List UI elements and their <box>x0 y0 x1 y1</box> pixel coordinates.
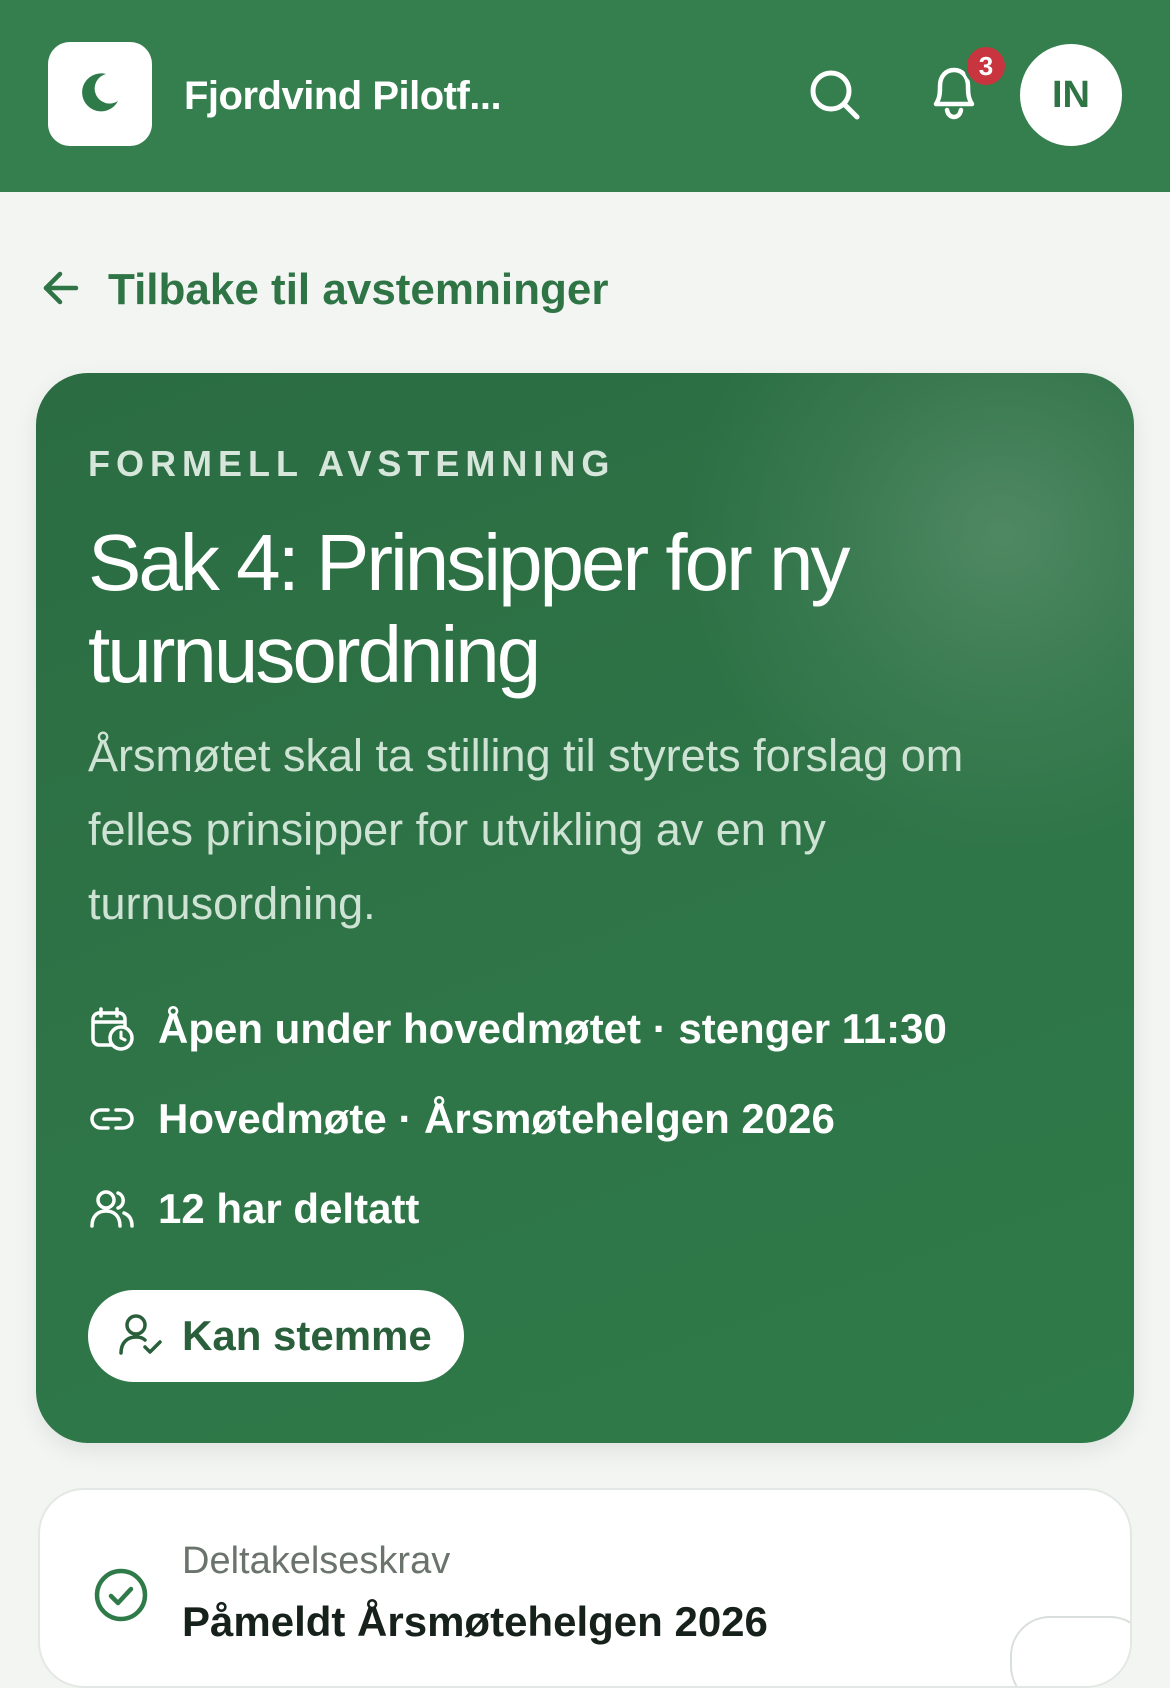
users-icon <box>88 1185 136 1233</box>
vote-meeting-text: Hovedmøte · Årsmøtehelgen 2026 <box>158 1095 835 1142</box>
requirement-label: Deltakelseskrav <box>182 1540 451 1582</box>
vote-schedule: Åpen under hovedmøtet · stenger 11:30 <box>88 1001 947 1057</box>
requirement-value: Påmeldt Årsmøtehelgen 2026 <box>182 1598 768 1645</box>
notification-count-badge: 3 <box>964 44 1008 88</box>
link-icon <box>88 1095 136 1143</box>
user-avatar[interactable]: IN <box>1020 44 1122 146</box>
requirement-action-chip[interactable] <box>1010 1616 1130 1686</box>
search-button[interactable] <box>800 62 870 132</box>
back-to-votes-link[interactable]: Tilbake til avstemninger <box>40 262 608 318</box>
app-title: Fjordvind Pilotf... <box>184 74 502 118</box>
back-link-label: Tilbake til avstemninger <box>108 265 609 314</box>
vote-type-label: FORMELL AVSTEMNING <box>88 443 616 484</box>
check-circle-icon <box>92 1566 150 1624</box>
vote-schedule-text: Åpen under hovedmøtet · stenger 11:30 <box>158 1005 947 1052</box>
vote-participation: 12 har deltatt <box>88 1181 419 1237</box>
vote-meeting[interactable]: Hovedmøte · Årsmøtehelgen 2026 <box>88 1091 835 1147</box>
vote-description: Årsmøtet skal ta stilling til styrets fo… <box>88 730 964 929</box>
top-app-bar: Fjordvind Pilotf... 3 IN <box>0 0 1170 192</box>
vote-title: Sak 4: Prinsipper for ny turnusordning <box>88 518 850 699</box>
eligibility-status-label: Kan stemme <box>182 1312 432 1359</box>
vote-hero-card: FORMELL AVSTEMNING Sak 4: Prinsipper for… <box>36 373 1134 1443</box>
user-check-icon <box>118 1311 164 1362</box>
participation-requirement-card: Deltakelseskrav Påmeldt Årsmøtehelgen 20… <box>38 1488 1132 1688</box>
participation-count-text: 12 har deltatt <box>158 1185 420 1232</box>
app-logo[interactable] <box>48 42 152 146</box>
moon-icon <box>76 68 124 121</box>
arrow-left-icon <box>40 268 80 313</box>
search-icon <box>807 67 863 128</box>
eligibility-status-badge: Kan stemme <box>88 1290 464 1382</box>
calendar-clock-icon <box>88 1005 136 1053</box>
